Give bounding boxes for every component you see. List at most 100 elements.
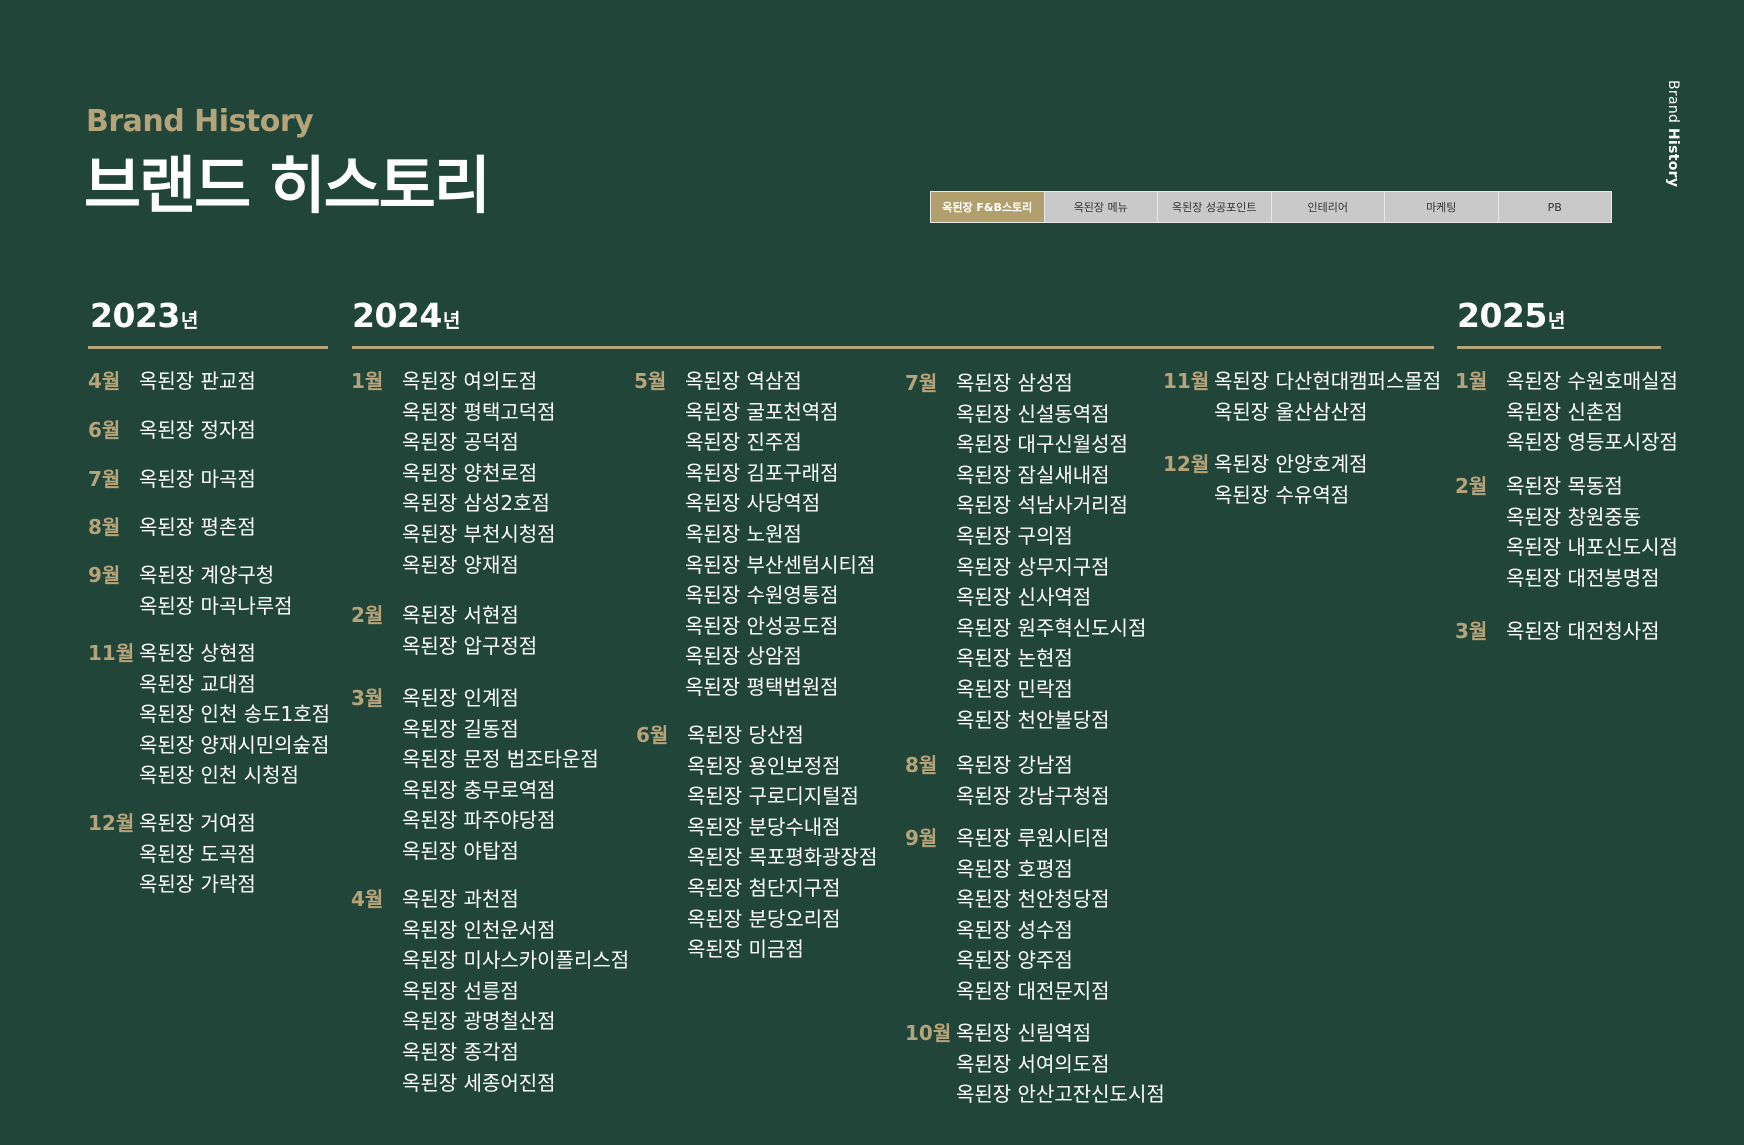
store-item: 옥된장 루원시티점 (956, 826, 1110, 850)
store-item: 옥된장 석남사거리점 (956, 493, 1128, 518)
store-item: 옥된장 천안청당점 (956, 887, 1110, 912)
store-list: 옥된장 판교점 (139, 366, 256, 397)
tab-menu[interactable]: 옥된장 메뉴 (1045, 192, 1158, 222)
month-label: 7월 (905, 371, 938, 395)
store-item: 옥된장 신림역점 (956, 1021, 1092, 1045)
tab-marketing[interactable]: 마케팅 (1385, 192, 1499, 222)
store-item: 옥된장 김포구래점 (685, 460, 839, 485)
tab-fnb-story[interactable]: 옥된장 F&B스토리 (931, 192, 1045, 222)
store-item: 옥된장 상암점 (685, 644, 802, 669)
store-list: 옥된장 당산점 옥된장 용인보정점 옥된장 구로디지털점 옥된장 분당수내점 옥된장 목… (687, 720, 877, 965)
section-tabs: 옥된장 F&B스토리 옥된장 메뉴 옥된장 성공포인트 인테리어 마케팅 PB (930, 191, 1612, 223)
store-item: 옥된장 충무로역점 (402, 777, 556, 802)
store-item: 옥된장 부천시청점 (402, 521, 556, 546)
store-item: 옥된장 부산센텀시티점 (685, 552, 876, 577)
year-number: 2025 (1457, 296, 1547, 335)
tab-interior[interactable]: 인테리어 (1272, 192, 1385, 222)
tab-success-points[interactable]: 옥된장 성공포인트 (1158, 192, 1272, 222)
store-item: 옥된장 신촌점 (1506, 399, 1623, 424)
month-label: 5월 (634, 369, 667, 393)
store-list: 옥된장 여의도점 옥된장 평택고덕점 옥된장 공덕점 옥된장 양천로점 옥된장 삼성2호… (402, 366, 556, 580)
store-item: 옥된장 문정 법조타운점 (402, 747, 599, 772)
month-label: 12월 (88, 811, 135, 835)
tab-pb[interactable]: PB (1499, 192, 1612, 222)
month-label: 9월 (88, 563, 121, 587)
store-item: 옥된장 삼성점 (956, 371, 1073, 395)
store-list: 옥된장 다산현대캠퍼스몰점옥된장 울산삼산점 (1214, 366, 1441, 427)
store-item: 옥된장 미사스카이폴리스점 (402, 948, 630, 973)
store-list: 옥된장 안양호계점 옥된장 수유역점 (1214, 449, 1368, 510)
store-item: 옥된장 미금점 (687, 937, 804, 962)
year-number: 2023 (90, 296, 180, 335)
store-item: 옥된장 선릉점 (402, 978, 519, 1003)
store-item: 옥된장 노원점 (685, 521, 802, 546)
store-item: 옥된장 천안불당점 (956, 707, 1110, 732)
store-item: 옥된장 양천로점 (402, 460, 538, 485)
side-label: Brand History (1665, 80, 1681, 187)
store-item: 옥된장 양재시민의숲점 (139, 732, 330, 757)
store-item: 옥된장 인천 시청점 (139, 763, 299, 788)
store-item: 옥된장 다산현대캠퍼스몰점 (1214, 369, 1442, 393)
store-item: 옥된장 여의도점 (402, 369, 538, 393)
store-list: 옥된장 신림역점 옥된장 서여의도점 옥된장 안산고잔신도시점 (956, 1018, 1165, 1110)
month-label: 8월 (905, 753, 938, 777)
year-divider-2024 (352, 346, 1434, 349)
store-item: 옥된장 마곡나루점 (139, 593, 293, 618)
store-list: 옥된장 강남점 옥된장 강남구청점 (956, 750, 1110, 811)
store-item: 옥된장 도곡점 (139, 841, 256, 866)
store-item: 옥된장 첨단지구점 (687, 875, 841, 900)
month-label: 4월 (351, 887, 384, 911)
store-item: 옥된장 원주혁신도시점 (956, 615, 1147, 640)
store-list: 옥된장 목동점 옥된장 창원중동 옥된장 내포신도시점 옥된장 대전봉명점 (1506, 471, 1678, 593)
month-label: 8월 (88, 515, 121, 539)
store-item: 옥된장 잠실새내점 (956, 462, 1110, 487)
store-item: 옥된장 교대점 (139, 671, 256, 696)
store-item: 옥된장 야탑점 (402, 838, 519, 863)
store-item: 옥된장 울산삼산점 (1214, 399, 1368, 424)
year-suffix: 년 (1547, 310, 1565, 332)
side-label-bold: History (1665, 127, 1681, 188)
side-label-regular: Brand (1665, 80, 1681, 128)
store-item: 옥된장 인천운서점 (402, 917, 556, 942)
store-item: 옥된장 신설동역점 (956, 401, 1110, 426)
store-item: 옥된장 파주야당점 (402, 808, 556, 833)
store-list: 옥된장 루원시티점 옥된장 호평점 옥된장 천안청당점 옥된장 성수점 옥된장 양주점 옥… (956, 823, 1110, 1007)
store-item: 옥된장 대전문지점 (956, 978, 1110, 1003)
store-list: 옥된장 수원호매실점 옥된장 신촌점 옥된장 영등포시장점 (1506, 366, 1678, 458)
month-label: 9월 (905, 826, 938, 850)
store-list: 옥된장 삼성점 옥된장 신설동역점 옥된장 대구신월성점 옥된장 잠실새내점 옥된장 석… (956, 368, 1146, 735)
store-item: 옥된장 논현점 (956, 646, 1073, 671)
year-divider-2023 (88, 346, 328, 349)
year-2024: 2024년 (352, 296, 460, 335)
month-label: 2월 (1455, 474, 1488, 498)
store-item: 옥된장 과천점 (402, 887, 519, 911)
store-item: 옥된장 서여의도점 (956, 1051, 1110, 1076)
month-label: 10월 (905, 1021, 952, 1045)
year-suffix: 년 (180, 310, 198, 332)
store-list: 옥된장 거여점 옥된장 도곡점 옥된장 가락점 (139, 808, 256, 900)
month-label: 11월 (1163, 369, 1210, 393)
store-list: 옥된장 평촌점 (139, 512, 256, 543)
store-item: 옥된장 계양구청 (139, 563, 275, 587)
store-list: 옥된장 서현점 옥된장 압구정점 (402, 600, 537, 661)
store-list: 옥된장 상현점옥된장 교대점옥된장 인천 송도1호점옥된장 양재시민의숲점옥된장… (139, 638, 330, 791)
store-list: 옥된장 정자점 (139, 415, 256, 446)
store-item: 옥된장 분당수내점 (687, 814, 841, 839)
store-item: 옥된장 상현점 (139, 641, 256, 665)
store-item: 옥된장 굴포천역점 (685, 399, 839, 424)
store-list: 옥된장 과천점 옥된장 인천운서점 옥된장 미사스카이폴리스점 옥된장 선릉점 옥된장 … (402, 884, 629, 1098)
year-suffix: 년 (442, 310, 460, 332)
store-item: 옥된장 평촌점 (139, 515, 256, 539)
store-item: 옥된장 서현점 (402, 603, 519, 627)
month-label: 4월 (88, 369, 121, 393)
eyebrow-label: Brand History (86, 104, 314, 139)
store-item: 옥된장 수원호매실점 (1506, 369, 1678, 393)
store-item: 옥된장 안성공도점 (685, 613, 839, 638)
store-item: 옥된장 인천 송도1호점 (139, 702, 331, 727)
store-item: 옥된장 대전봉명점 (1506, 565, 1660, 590)
year-divider-2025 (1457, 346, 1661, 349)
store-item: 옥된장 역삼점 (685, 369, 802, 393)
store-item: 옥된장 목포평화광장점 (687, 845, 878, 870)
store-item: 옥된장 구로디지털점 (687, 784, 859, 809)
store-item: 옥된장 양재점 (402, 552, 519, 577)
